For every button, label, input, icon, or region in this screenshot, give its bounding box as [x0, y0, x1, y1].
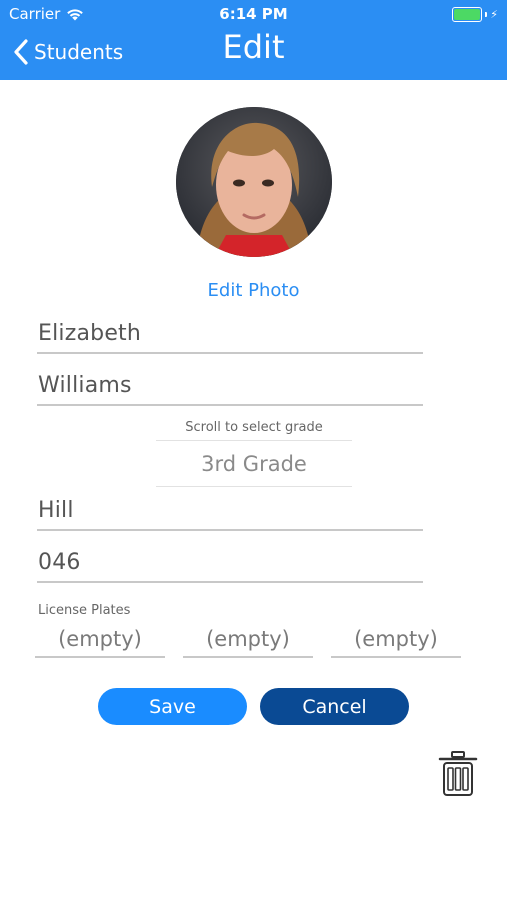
grade-picker[interactable]: 3rd Grade [156, 440, 352, 487]
first-name-field[interactable]: Elizabeth [37, 310, 423, 354]
last-name-value: Williams [38, 373, 132, 398]
first-name-value: Elizabeth [38, 321, 142, 346]
page-title: Edit [222, 28, 285, 66]
last-name-field[interactable]: Williams [37, 362, 423, 406]
license-plate-value-1: (empty) [58, 627, 142, 651]
license-plate-value-2: (empty) [206, 627, 290, 651]
grade-value: 3rd Grade [201, 451, 307, 476]
license-plate-field-1[interactable]: (empty) [35, 622, 165, 658]
license-plates-label: License Plates [38, 603, 131, 618]
grade-hint: Scroll to select grade [185, 420, 323, 435]
delete-button[interactable] [437, 750, 479, 798]
license-plate-field-2[interactable]: (empty) [183, 622, 313, 658]
license-plate-field-3[interactable]: (empty) [331, 622, 461, 658]
save-button[interactable]: Save [98, 688, 247, 725]
room-field[interactable]: 046 [37, 539, 423, 583]
edit-photo-link[interactable]: Edit Photo [0, 280, 507, 301]
teacher-value: Hill [38, 498, 74, 523]
teacher-field[interactable]: Hill [37, 487, 423, 531]
cancel-button[interactable]: Cancel [260, 688, 409, 725]
nav-bar: Carrier 6:14 PM ⚡ Students Edit [0, 0, 507, 80]
license-plate-value-3: (empty) [354, 627, 438, 651]
charging-bolt-icon: ⚡ [490, 8, 498, 21]
clock: 6:14 PM [219, 5, 288, 23]
battery-icon: ⚡ [452, 7, 498, 22]
trash-icon [438, 751, 478, 796]
room-value: 046 [38, 550, 81, 575]
student-portrait-image [176, 107, 332, 257]
student-photo[interactable] [176, 107, 332, 257]
